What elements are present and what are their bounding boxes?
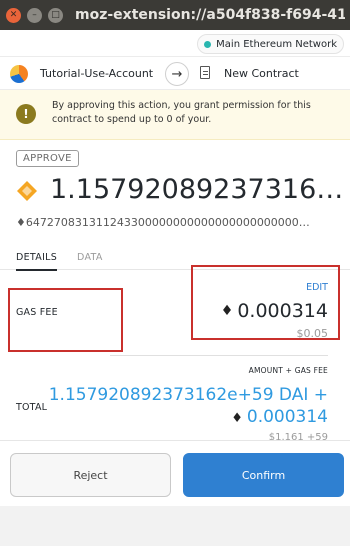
network-bar: Main Ethereum Network <box>0 30 350 56</box>
action-tag: APPROVE <box>16 150 79 167</box>
gas-fee-row: GAS FEE EDIT ♦ 0.000314 $0.05 <box>0 270 350 356</box>
maximize-icon: □ <box>51 9 60 20</box>
document-icon <box>200 66 210 79</box>
token-diamond-icon <box>16 180 38 202</box>
account-bar: Tutorial-Use-Account → New Contract <box>0 56 350 90</box>
confirm-page-content[interactable]: APPROVE 1.15792089237316… ♦6472708313112… <box>0 140 350 440</box>
tab-data[interactable]: DATA <box>77 252 103 263</box>
account-avatar-icon <box>10 65 28 83</box>
total-caption: AMOUNT + GAS FEE <box>248 366 328 375</box>
gas-fee-label: GAS FEE <box>16 307 58 318</box>
network-label: Main Ethereum Network <box>216 38 337 50</box>
window-titlebar: ✕ – □ moz-extension://a504f838-f694-413d… <box>0 0 350 30</box>
transaction-subamount: ♦647270831311243300000000000000000000000… <box>16 216 310 229</box>
network-status-dot <box>204 40 212 48</box>
reject-button[interactable]: Reject <box>10 453 171 497</box>
arrow-right-icon: → <box>165 62 189 86</box>
edit-gas-link[interactable]: EDIT <box>306 282 328 293</box>
close-icon: ✕ <box>9 9 18 20</box>
ethereum-icon: ♦ <box>220 303 234 319</box>
contract-label: New Contract <box>224 67 299 80</box>
gas-fee-usd: $0.05 <box>296 327 329 340</box>
minimize-icon: – <box>32 9 37 20</box>
account-name: Tutorial-Use-Account <box>40 67 154 80</box>
close-window-button[interactable]: ✕ <box>6 7 21 23</box>
gas-fee-eth-value: 0.000314 <box>237 300 328 322</box>
window-bottom-area <box>0 506 350 546</box>
minimize-window-button[interactable]: – <box>27 7 42 23</box>
total-row: AMOUNT + GAS FEE TOTAL 1.15792089237316​… <box>0 356 350 440</box>
total-value: 1.15792089237316​2e+59 DAI + ♦ 0.000314 <box>38 384 328 430</box>
confirm-button[interactable]: Confirm <box>183 453 344 497</box>
exclamation-icon: ! <box>16 104 36 124</box>
action-footer: Reject Confirm <box>0 440 350 506</box>
maximize-window-button[interactable]: □ <box>48 7 63 23</box>
window-title: moz-extension://a504f838-f694-413d- <box>75 7 345 23</box>
total-value-token: 1.15792089237316​2e+59 DAI + <box>48 385 328 405</box>
total-value-eth: 0.000314 <box>246 407 328 427</box>
total-value-eth-line: ♦ 0.000314 <box>38 406 328 430</box>
warning-text: By approving this action, you grant perm… <box>52 100 311 125</box>
approval-warning: ! By approving this action, you grant pe… <box>0 90 350 140</box>
ethereum-icon: ♦ <box>231 411 243 426</box>
tab-details[interactable]: DETAILS <box>16 252 58 271</box>
total-usd: $1.161 +59 <box>268 432 328 440</box>
detail-tabs: DETAILS DATA <box>0 244 350 271</box>
gas-fee-eth: ♦ 0.000314 <box>221 300 328 322</box>
network-selector[interactable]: Main Ethereum Network <box>197 34 344 54</box>
transaction-amount: 1.15792089237316… <box>50 174 344 205</box>
